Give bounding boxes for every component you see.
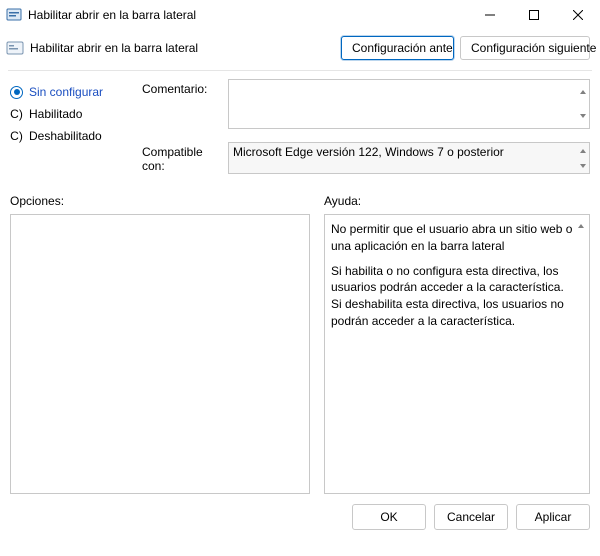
- radio-prefix: C): [10, 107, 23, 121]
- radio-enabled[interactable]: C) Habilitado: [10, 103, 142, 125]
- radio-disabled[interactable]: C) Deshabilitado: [10, 125, 142, 147]
- app-icon: [6, 7, 22, 23]
- window-title: Habilitar abrir en la barra lateral: [28, 8, 468, 22]
- dialog-footer: OK Cancelar Aplicar: [0, 494, 600, 540]
- help-panel: Ayuda: No permitir que el usuario abra u…: [324, 190, 590, 494]
- cancel-button[interactable]: Cancelar: [434, 504, 508, 530]
- radio-prefix: C): [10, 129, 23, 143]
- help-paragraph: Si habilita o no configura esta directiv…: [331, 263, 575, 330]
- scroll-up-icon[interactable]: [577, 143, 589, 158]
- compat-value: Microsoft Edge versión 122, Windows 7 o …: [233, 145, 504, 159]
- comment-label: Comentario:: [142, 79, 228, 132]
- options-panel: Opciones:: [10, 190, 310, 494]
- ok-button[interactable]: OK: [352, 504, 426, 530]
- radio-label: Deshabilitado: [29, 129, 102, 143]
- scroll-up-icon[interactable]: [577, 217, 587, 227]
- divider: [8, 70, 592, 71]
- maximize-button[interactable]: [512, 0, 556, 30]
- policy-icon: [6, 39, 24, 57]
- radio-label: Habilitado: [29, 107, 82, 121]
- scroll-down-icon[interactable]: [577, 104, 589, 128]
- policy-header: Habilitar abrir en la barra lateral Conf…: [0, 30, 600, 70]
- scroll-down-icon[interactable]: [577, 158, 589, 173]
- radio-indicator-icon: [10, 86, 23, 99]
- window-controls: [468, 0, 600, 30]
- help-box[interactable]: No permitir que el usuario abra un sitio…: [324, 214, 590, 494]
- state-radio-group: Sin configurar C) Habilitado C) Deshabil…: [10, 79, 142, 184]
- minimize-button[interactable]: [468, 0, 512, 30]
- radio-not-configured[interactable]: Sin configurar: [10, 81, 142, 103]
- help-paragraph: No permitir que el usuario abra un sitio…: [331, 221, 575, 255]
- help-label: Ayuda:: [324, 190, 590, 214]
- compat-box: Microsoft Edge versión 122, Windows 7 o …: [228, 142, 590, 174]
- close-button[interactable]: [556, 0, 600, 30]
- compat-scroll[interactable]: [577, 143, 589, 173]
- options-label: Opciones:: [10, 190, 310, 214]
- compat-label: Compatible con:: [142, 142, 228, 174]
- scroll-up-icon[interactable]: [577, 80, 589, 104]
- policy-title: Habilitar abrir en la barra lateral: [30, 41, 335, 55]
- comment-scroll[interactable]: [577, 80, 589, 128]
- comment-input[interactable]: [228, 79, 590, 129]
- apply-button[interactable]: Aplicar: [516, 504, 590, 530]
- titlebar: Habilitar abrir en la barra lateral: [0, 0, 600, 30]
- radio-label: Sin configurar: [29, 85, 103, 99]
- next-setting-button[interactable]: Configuración siguiente: [460, 36, 590, 60]
- options-box[interactable]: [10, 214, 310, 494]
- previous-setting-button[interactable]: Configuración anterior: [341, 36, 454, 60]
